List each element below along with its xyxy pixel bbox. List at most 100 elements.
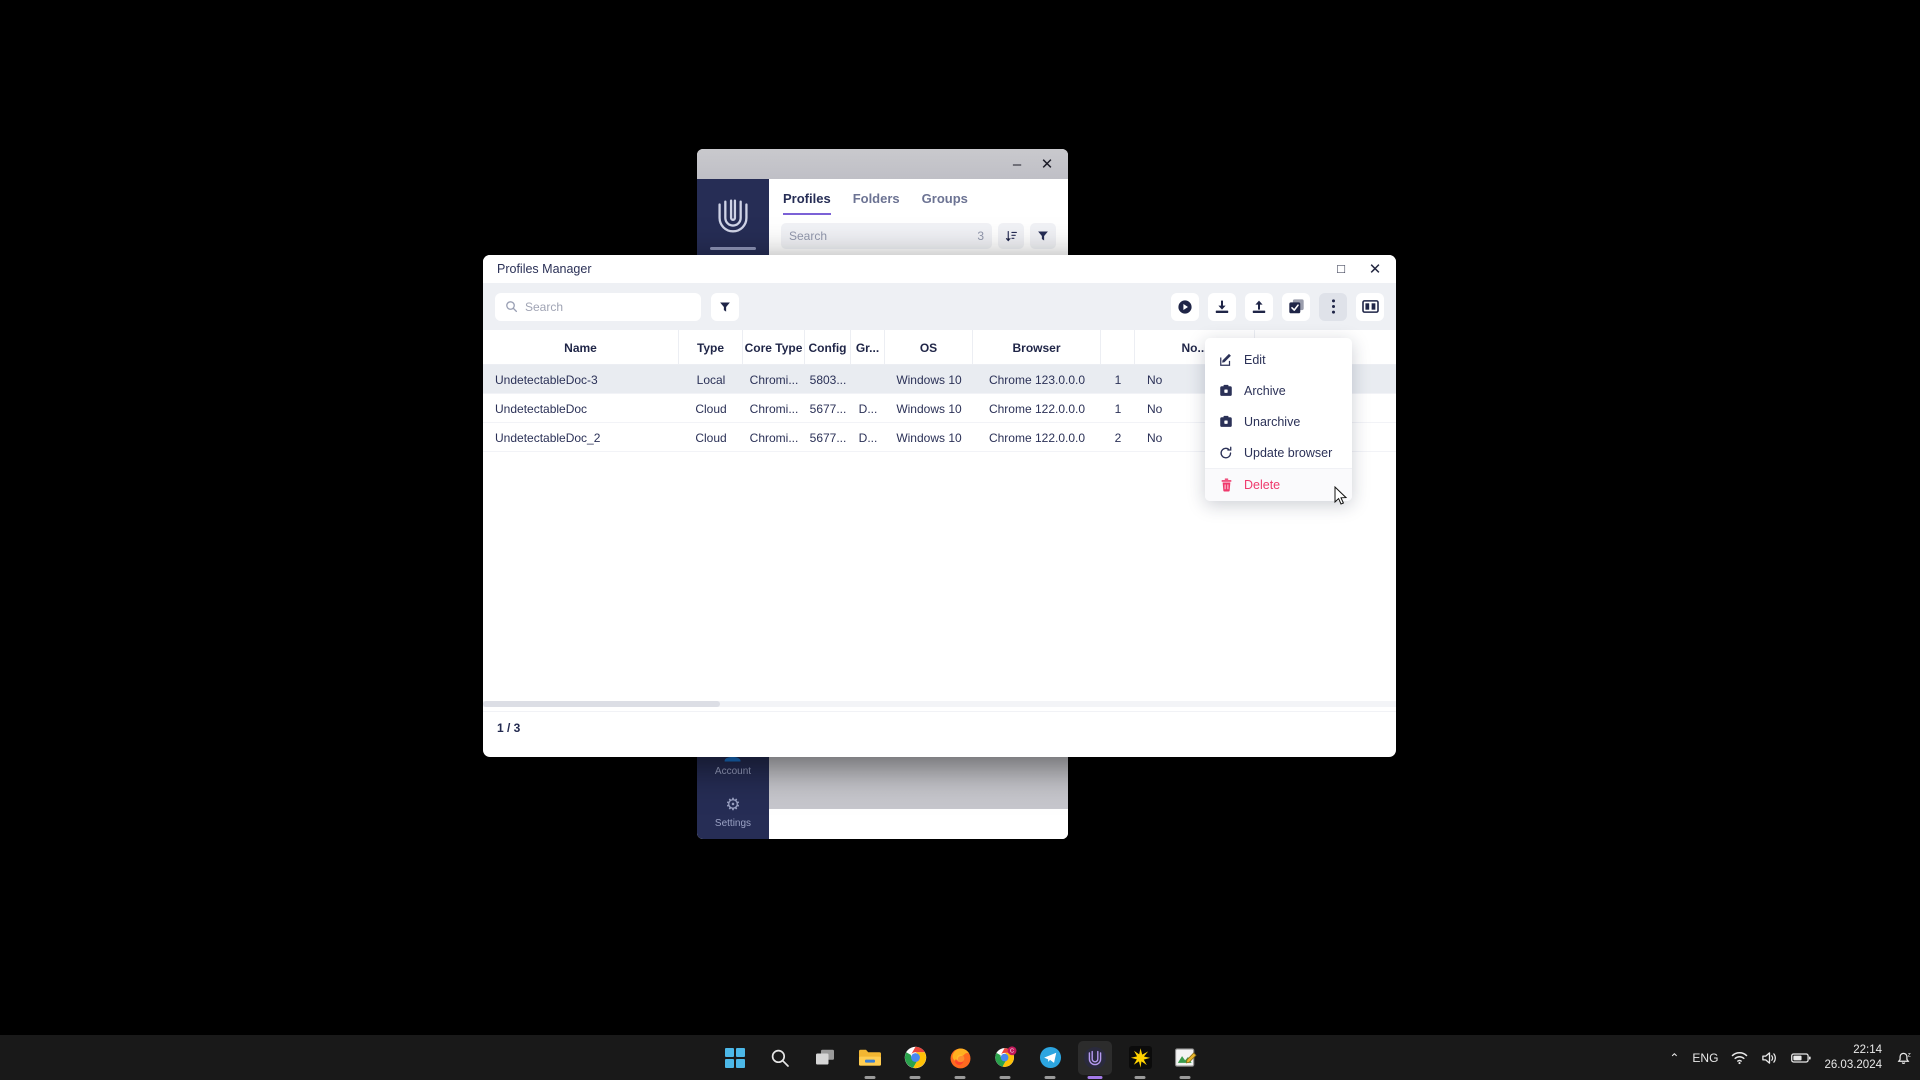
start-profile-button[interactable] [1171, 292, 1199, 321]
cell-core-type: Chromi... [749, 430, 799, 445]
volume-icon[interactable] [1761, 1051, 1778, 1065]
pm-close-button[interactable]: ✕ [1358, 256, 1392, 282]
context-menu: Edit Archive Unarchive Update browser De… [1205, 338, 1352, 501]
start-button[interactable] [718, 1041, 752, 1075]
column-header-type[interactable]: Type [679, 330, 743, 365]
task-view-icon [815, 1049, 834, 1064]
cell-browser: Chrome 123.0.0.0 [988, 372, 1086, 387]
battery-icon[interactable] [1791, 1052, 1812, 1064]
running-indicator [954, 1076, 966, 1079]
bg-tabbar: Profiles Folders Groups [769, 179, 1068, 215]
column-header-browser[interactable]: Browser [973, 330, 1101, 365]
menu-item-archive[interactable]: Archive [1205, 375, 1352, 406]
running-indicator [909, 1076, 921, 1079]
cell-config: 5677... [809, 430, 847, 445]
clock[interactable]: 22:14 26.03.2024 [1824, 1043, 1882, 1072]
tab-folders[interactable]: Folders [853, 191, 900, 215]
cell-core-type: Chromi... [749, 372, 799, 387]
edit-pencil-icon [1219, 353, 1233, 367]
filter-icon [720, 302, 730, 312]
horizontal-scrollbar[interactable] [483, 697, 1396, 711]
sidebar-item-settings[interactable]: ⚙ Settings [697, 787, 769, 839]
search-input[interactable]: Search [495, 292, 701, 321]
menu-item-update-browser[interactable]: Update browser [1205, 437, 1352, 468]
column-header-os[interactable]: OS [885, 330, 973, 365]
cell-group: D... [858, 430, 878, 445]
menu-item-edit-label: Edit [1244, 352, 1266, 367]
running-indicator [1134, 1076, 1146, 1079]
pm-maximize-button[interactable]: □ [1324, 256, 1358, 282]
tab-groups[interactable]: Groups [922, 191, 968, 215]
column-header-group[interactable]: Gr... [851, 330, 885, 365]
column-header-core-type[interactable]: Core Type [743, 330, 805, 365]
pm-titlebar[interactable]: Profiles Manager □ ✕ [483, 255, 1396, 283]
bell-icon[interactable]: z [1895, 1049, 1912, 1066]
menu-item-delete[interactable]: Delete [1205, 469, 1352, 501]
select-all-button[interactable] [1282, 292, 1310, 321]
pm-toolbar-actions [1171, 292, 1384, 321]
column-header-name[interactable]: Name [483, 330, 679, 365]
column-header-config[interactable]: Config [805, 330, 851, 365]
app-star-button[interactable] [1123, 1041, 1157, 1079]
pagination-indicator: 1 / 3 [497, 721, 521, 735]
columns-button[interactable] [1356, 292, 1384, 321]
tab-profiles[interactable]: Profiles [783, 191, 831, 215]
sort-icon[interactable] [998, 223, 1024, 249]
bg-close-button[interactable]: ✕ [1032, 151, 1062, 177]
more-actions-button[interactable] [1319, 292, 1347, 321]
menu-item-delete-label: Delete [1244, 478, 1281, 492]
menu-item-archive-label: Archive [1244, 383, 1286, 398]
svg-text:z: z [1908, 1052, 1911, 1059]
undetectable-button[interactable] [1078, 1040, 1112, 1079]
cell-num: 1 [1114, 372, 1122, 387]
cell-group [851, 365, 885, 394]
cell-os: Windows 10 [896, 401, 962, 416]
cell-name: UndetectableDoc-3 [495, 372, 598, 387]
play-icon [1178, 299, 1192, 314]
column-header-num[interactable] [1101, 330, 1135, 365]
star-burst-icon [1128, 1046, 1152, 1069]
pm-window-title: Profiles Manager [497, 261, 592, 276]
folder-icon [859, 1049, 881, 1066]
mouse-cursor [1334, 486, 1348, 505]
search-taskbar-button[interactable] [763, 1041, 797, 1075]
cell-browser: Chrome 122.0.0.0 [988, 430, 1086, 445]
three-dots-icon [1331, 299, 1335, 314]
running-indicator [1087, 1076, 1103, 1079]
import-button[interactable] [1208, 292, 1236, 321]
archive-box-icon [1219, 384, 1233, 398]
cell-name: UndetectableDoc_2 [495, 430, 601, 445]
filter-button[interactable] [711, 292, 739, 321]
clock-date: 26.03.2024 [1824, 1058, 1882, 1071]
task-view-button[interactable] [808, 1041, 842, 1075]
firefox-button[interactable] [943, 1041, 977, 1079]
wifi-icon[interactable] [1731, 1051, 1748, 1065]
bg-search-input[interactable]: Search 3 [781, 223, 992, 249]
telegram-button[interactable] [1033, 1041, 1067, 1079]
scrollbar-thumb[interactable] [483, 701, 720, 707]
chrome-canary-button[interactable]: C [988, 1041, 1022, 1079]
snipping-tool-button[interactable] [1168, 1041, 1202, 1079]
file-explorer-button[interactable] [853, 1041, 887, 1079]
menu-item-edit[interactable]: Edit [1205, 344, 1352, 375]
cell-type: Cloud [695, 430, 727, 445]
tray-overflow-button[interactable]: ⌃ [1669, 1051, 1679, 1065]
columns-icon [1361, 300, 1379, 313]
chrome-button[interactable] [898, 1041, 932, 1079]
bg-minimize-button[interactable]: – [1002, 151, 1032, 177]
logo-underline [710, 247, 756, 250]
cell-config: 5803... [809, 372, 847, 387]
export-button[interactable] [1245, 292, 1273, 321]
download-icon [1215, 300, 1229, 313]
bg-search-row: Search 3 [769, 215, 1068, 257]
pm-toolbar: Search [483, 283, 1396, 330]
cell-type: Cloud [695, 401, 727, 416]
running-indicator [1044, 1076, 1056, 1079]
bg-filter-icon[interactable] [1030, 223, 1056, 249]
language-indicator[interactable]: ENG [1692, 1051, 1718, 1065]
undetectable-icon [1084, 1046, 1106, 1069]
desktop: – ✕ 👤 Account [0, 0, 1920, 1080]
search-icon [505, 300, 518, 313]
menu-item-unarchive[interactable]: Unarchive [1205, 406, 1352, 437]
cell-os: Windows 10 [896, 372, 962, 387]
